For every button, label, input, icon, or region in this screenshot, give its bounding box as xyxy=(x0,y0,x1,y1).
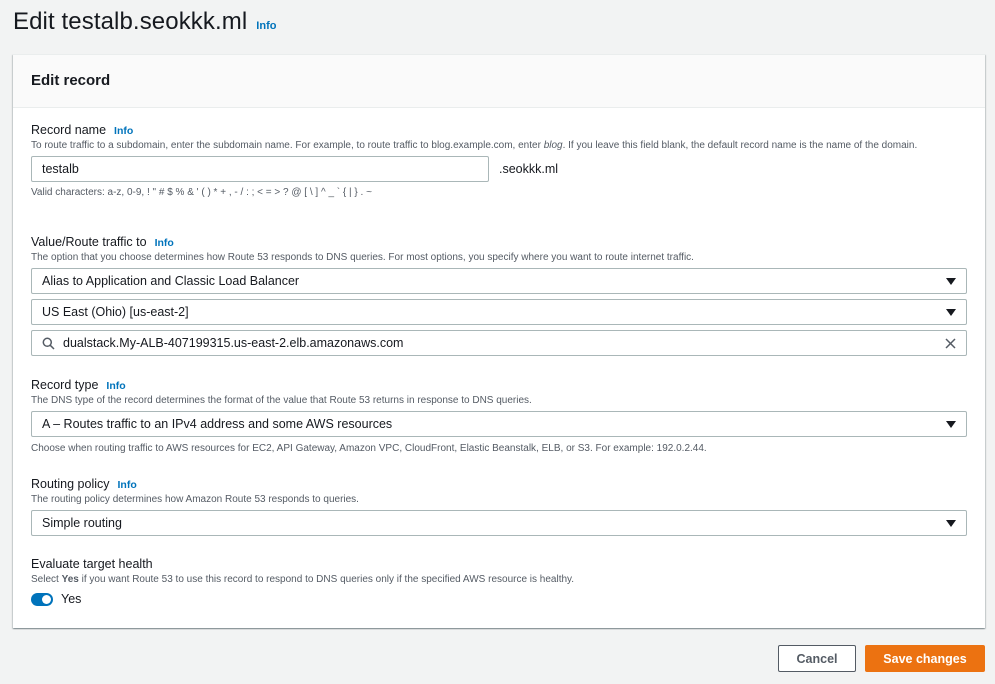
routing-policy-value: Simple routing xyxy=(42,516,122,530)
region-select-value: US East (Ohio) [us-east-2] xyxy=(42,305,189,319)
endpoint-select[interactable]: Alias to Application and Classic Load Ba… xyxy=(31,268,967,294)
routing-policy-field: Routing policy Info The routing policy d… xyxy=(31,477,967,536)
chevron-down-icon xyxy=(946,277,956,285)
close-icon[interactable] xyxy=(945,337,956,349)
record-name-input[interactable]: testalb xyxy=(31,156,489,182)
route-traffic-info-link[interactable]: Info xyxy=(155,237,174,249)
record-type-value: A – Routes traffic to an IPv4 address an… xyxy=(42,417,393,431)
load-balancer-search[interactable]: dualstack.My-ALB-407199315.us-east-2.elb… xyxy=(31,330,967,356)
route-traffic-field: Value/Route traffic to Info The option t… xyxy=(31,235,967,356)
panel-title: Edit record xyxy=(31,72,111,89)
load-balancer-value: dualstack.My-ALB-407199315.us-east-2.elb… xyxy=(63,336,404,350)
chevron-down-icon xyxy=(946,308,956,316)
routing-policy-info-link[interactable]: Info xyxy=(118,479,137,491)
panel-header: Edit record xyxy=(13,55,985,108)
routing-policy-label: Routing policy xyxy=(31,477,110,491)
route-traffic-label: Value/Route traffic to xyxy=(31,235,147,249)
evaluate-health-toggle[interactable] xyxy=(31,592,53,606)
record-type-select[interactable]: A – Routes traffic to an IPv4 address an… xyxy=(31,411,967,437)
record-type-field: Record type Info The DNS type of the rec… xyxy=(31,378,967,454)
record-name-description: To route traffic to a subdomain, enter t… xyxy=(31,140,918,151)
record-name-label: Record name xyxy=(31,123,107,137)
domain-suffix: .seokkk.ml xyxy=(499,162,559,176)
page-header: Edit testalb.seokkk.ml Info xyxy=(13,8,276,36)
page-info-link[interactable]: Info xyxy=(256,20,276,32)
routing-policy-select[interactable]: Simple routing xyxy=(31,510,967,536)
record-type-label: Record type xyxy=(31,378,99,392)
evaluate-health-toggle-label: Yes xyxy=(61,592,82,606)
cancel-button[interactable]: Cancel xyxy=(778,645,856,672)
record-name-field: Record name Info To route traffic to a s… xyxy=(31,123,967,198)
evaluate-health-field: Evaluate target health Select Yes if you… xyxy=(31,557,967,606)
chevron-down-icon xyxy=(946,420,956,428)
evaluate-health-description: Select Yes if you want Route 53 to use t… xyxy=(31,574,575,585)
page-title: Edit testalb.seokkk.ml xyxy=(13,8,248,35)
save-changes-button[interactable]: Save changes xyxy=(865,645,985,672)
search-icon xyxy=(42,337,55,350)
region-select[interactable]: US East (Ohio) [us-east-2] xyxy=(31,299,967,325)
record-type-info-link[interactable]: Info xyxy=(106,380,125,392)
valid-characters-hint: Valid characters: a-z, 0-9, ! " # $ % & … xyxy=(31,187,372,198)
chevron-down-icon xyxy=(946,519,956,527)
evaluate-health-label: Evaluate target health xyxy=(31,557,153,571)
endpoint-select-value: Alias to Application and Classic Load Ba… xyxy=(42,274,300,288)
edit-record-panel: Edit record Record name Info To route tr… xyxy=(13,54,985,628)
record-type-hint: Choose when routing traffic to AWS resou… xyxy=(31,443,707,454)
record-name-info-link[interactable]: Info xyxy=(114,125,133,137)
record-type-description: The DNS type of the record determines th… xyxy=(31,395,532,406)
route-traffic-description: The option that you choose determines ho… xyxy=(31,252,694,263)
routing-policy-description: The routing policy determines how Amazon… xyxy=(31,494,359,505)
